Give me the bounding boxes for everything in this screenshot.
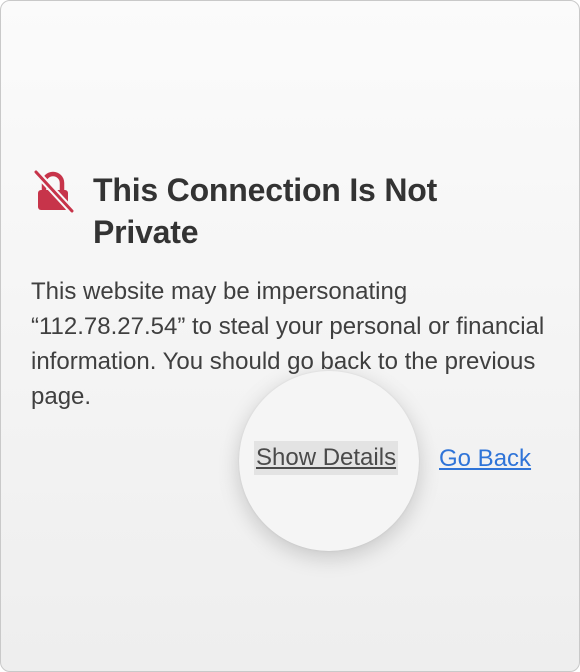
show-details-button[interactable]: Show Details — [254, 441, 399, 475]
warning-header: This Connection Is Not Private — [31, 169, 551, 253]
go-back-link[interactable]: Go Back — [439, 442, 531, 476]
warning-page: This Connection Is Not Private This webs… — [0, 0, 580, 672]
page-title: This Connection Is Not Private — [93, 172, 438, 250]
crossed-lock-icon — [32, 169, 75, 213]
